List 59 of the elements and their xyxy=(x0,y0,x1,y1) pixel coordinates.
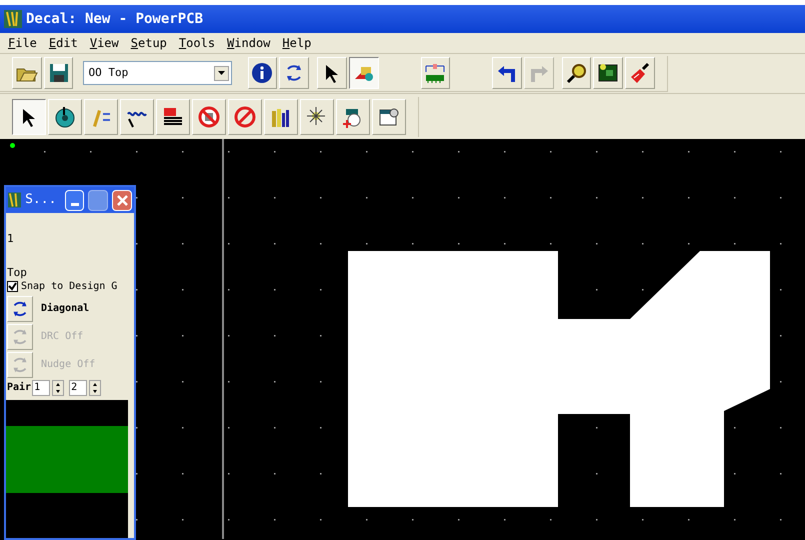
pointer-button[interactable] xyxy=(12,98,46,134)
component-wizard-button[interactable] xyxy=(336,98,370,134)
pair-input-field[interactable]: 2 xyxy=(69,380,88,396)
pair-label: Pair xyxy=(7,380,32,395)
disc-button[interactable] xyxy=(48,98,82,134)
window-title: Decal: New - PowerPCB xyxy=(26,10,204,28)
folder-button[interactable] xyxy=(12,57,42,89)
board-button[interactable] xyxy=(420,57,450,89)
snap-checkbox[interactable] xyxy=(7,280,18,292)
layer-label: Top xyxy=(7,266,28,278)
app-icon xyxy=(4,10,22,28)
spin-arrows-icon xyxy=(92,382,98,394)
prohibited-button[interactable] xyxy=(228,98,262,134)
cycle-arrows-button[interactable] xyxy=(279,57,310,89)
save-button[interactable] xyxy=(44,57,74,89)
lines-button[interactable] xyxy=(156,98,190,134)
no-entry-icon xyxy=(197,104,221,128)
menu-item[interactable]: Help xyxy=(282,34,312,52)
menu-item[interactable]: Edit xyxy=(48,34,78,52)
sparkle-button[interactable] xyxy=(300,98,334,134)
menu-item[interactable]: File xyxy=(8,34,37,52)
pair-input-field[interactable]: 1 xyxy=(32,380,50,396)
menu-item[interactable]: View xyxy=(90,34,119,52)
prohibited-icon xyxy=(233,104,257,128)
origin-dot-icon xyxy=(10,143,15,148)
snap-label: Snap to Design G xyxy=(21,280,118,294)
layer-dropdown[interactable]: OO Top xyxy=(83,61,232,85)
app-icon xyxy=(8,192,22,208)
no-entry-button[interactable] xyxy=(192,98,226,134)
text-tool-button[interactable] xyxy=(120,98,154,134)
toggle-label: Diagonal xyxy=(41,302,90,316)
circuit-board-button[interactable] xyxy=(593,57,624,89)
board-icon xyxy=(423,61,448,85)
close-button[interactable] xyxy=(112,190,132,210)
disc-icon xyxy=(53,104,77,128)
close-icon xyxy=(116,194,128,206)
menu-item[interactable]: Tools xyxy=(178,34,216,52)
pencil-arrows-button[interactable] xyxy=(84,98,118,134)
toggle-label: Nudge Off xyxy=(41,358,96,372)
minimize-button[interactable] xyxy=(64,190,84,210)
decal-button[interactable] xyxy=(348,57,379,89)
spin-button[interactable] xyxy=(89,380,102,396)
menu-item[interactable]: Setup xyxy=(130,34,167,52)
bars-button[interactable] xyxy=(264,98,298,134)
menu-item[interactable]: Window xyxy=(227,34,270,52)
undo-arrow-button[interactable] xyxy=(492,57,522,89)
dialog-window-button[interactable] xyxy=(372,98,406,134)
spin-button[interactable] xyxy=(52,380,64,396)
panel-title: S... xyxy=(25,191,58,210)
zoom-icon xyxy=(564,61,589,85)
maximize-button[interactable] xyxy=(88,190,108,210)
toggle-button[interactable] xyxy=(7,296,33,322)
panel-label: 1 xyxy=(7,231,15,247)
toggle-label: DRC Off xyxy=(41,330,84,344)
info-icon xyxy=(250,61,274,85)
zoom-button[interactable] xyxy=(562,57,592,89)
brush-button[interactable] xyxy=(625,57,655,89)
info-button[interactable] xyxy=(248,57,278,89)
spin-arrows-icon xyxy=(55,382,62,394)
